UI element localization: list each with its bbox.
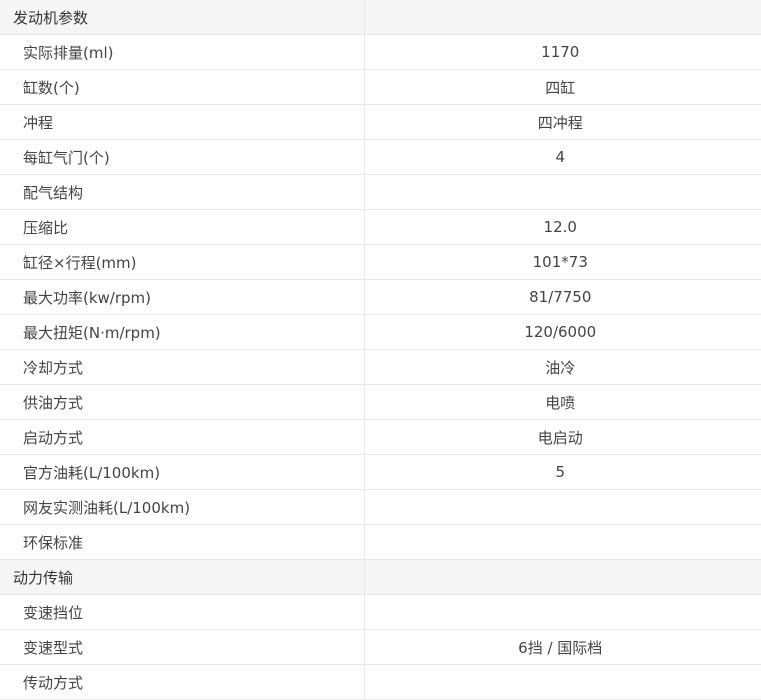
spec-label: 实际排量(ml) bbox=[0, 34, 365, 70]
spec-row-stroke: 冲程 四冲程 bbox=[0, 104, 761, 140]
spec-value: 四冲程 bbox=[364, 104, 761, 140]
spec-value bbox=[364, 594, 761, 630]
spec-label: 冲程 bbox=[0, 104, 365, 140]
spec-row-valve-train: 配气结构 bbox=[0, 174, 761, 210]
spec-row-cylinders: 缸数(个) 四缸 bbox=[0, 69, 761, 105]
spec-value bbox=[364, 524, 761, 560]
spec-value: 12.0 bbox=[364, 209, 761, 245]
spec-row-displacement: 实际排量(ml) 1170 bbox=[0, 34, 761, 70]
spec-label: 缸数(个) bbox=[0, 69, 365, 105]
spec-value: 油冷 bbox=[364, 349, 761, 385]
spec-value bbox=[364, 489, 761, 525]
spec-row-starting: 启动方式 电启动 bbox=[0, 419, 761, 455]
spec-label: 最大扭矩(N·m/rpm) bbox=[0, 314, 365, 350]
spec-row-gear-count: 变速挡位 bbox=[0, 594, 761, 630]
spec-row-max-power: 最大功率(kw/rpm) 81/7750 bbox=[0, 279, 761, 315]
spec-label: 官方油耗(L/100km) bbox=[0, 454, 365, 490]
spec-row-cooling: 冷却方式 油冷 bbox=[0, 349, 761, 385]
spec-label: 网友实测油耗(L/100km) bbox=[0, 489, 365, 525]
spec-row-valves: 每缸气门(个) 4 bbox=[0, 139, 761, 175]
spec-label: 环保标准 bbox=[0, 524, 365, 560]
spec-row-gearbox-type: 变速型式 6挡 / 国际档 bbox=[0, 629, 761, 665]
spec-label: 缸径×行程(mm) bbox=[0, 244, 365, 280]
spec-row-fuel-supply: 供油方式 电喷 bbox=[0, 384, 761, 420]
spec-row-bore-stroke: 缸径×行程(mm) 101*73 bbox=[0, 244, 761, 280]
spec-label: 压缩比 bbox=[0, 209, 365, 245]
spec-value: 电启动 bbox=[364, 419, 761, 455]
spec-row-emission-standard: 环保标准 bbox=[0, 524, 761, 560]
spec-value: 1170 bbox=[364, 34, 761, 70]
spec-value: 101*73 bbox=[364, 244, 761, 280]
spec-label: 最大功率(kw/rpm) bbox=[0, 279, 365, 315]
spec-row-official-consumption: 官方油耗(L/100km) 5 bbox=[0, 454, 761, 490]
spec-value: 4 bbox=[364, 139, 761, 175]
spec-value: 81/7750 bbox=[364, 279, 761, 315]
section-header-engine: 发动机参数 bbox=[0, 0, 761, 35]
spec-value: 120/6000 bbox=[364, 314, 761, 350]
section-title: 动力传输 bbox=[0, 559, 365, 595]
spec-label: 传动方式 bbox=[0, 664, 365, 700]
spec-label: 每缸气门(个) bbox=[0, 139, 365, 175]
spec-row-compression: 压缩比 12.0 bbox=[0, 209, 761, 245]
spec-row-max-torque: 最大扭矩(N·m/rpm) 120/6000 bbox=[0, 314, 761, 350]
spec-row-drive-type: 传动方式 bbox=[0, 664, 761, 700]
spec-value bbox=[364, 174, 761, 210]
spec-label: 冷却方式 bbox=[0, 349, 365, 385]
spec-label: 供油方式 bbox=[0, 384, 365, 420]
spec-label: 启动方式 bbox=[0, 419, 365, 455]
spec-value: 5 bbox=[364, 454, 761, 490]
spec-label: 变速挡位 bbox=[0, 594, 365, 630]
section-header-blank bbox=[364, 559, 761, 595]
spec-table: 发动机参数 实际排量(ml) 1170 缸数(个) 四缸 冲程 四冲程 每缸气门… bbox=[0, 0, 761, 700]
spec-label: 变速型式 bbox=[0, 629, 365, 665]
spec-value bbox=[364, 664, 761, 700]
spec-row-user-consumption: 网友实测油耗(L/100km) bbox=[0, 489, 761, 525]
section-header-blank bbox=[364, 0, 761, 35]
section-header-transmission: 动力传输 bbox=[0, 559, 761, 595]
spec-label: 配气结构 bbox=[0, 174, 365, 210]
spec-value: 6挡 / 国际档 bbox=[364, 629, 761, 665]
section-title: 发动机参数 bbox=[0, 0, 365, 35]
spec-value: 四缸 bbox=[364, 69, 761, 105]
spec-value: 电喷 bbox=[364, 384, 761, 420]
